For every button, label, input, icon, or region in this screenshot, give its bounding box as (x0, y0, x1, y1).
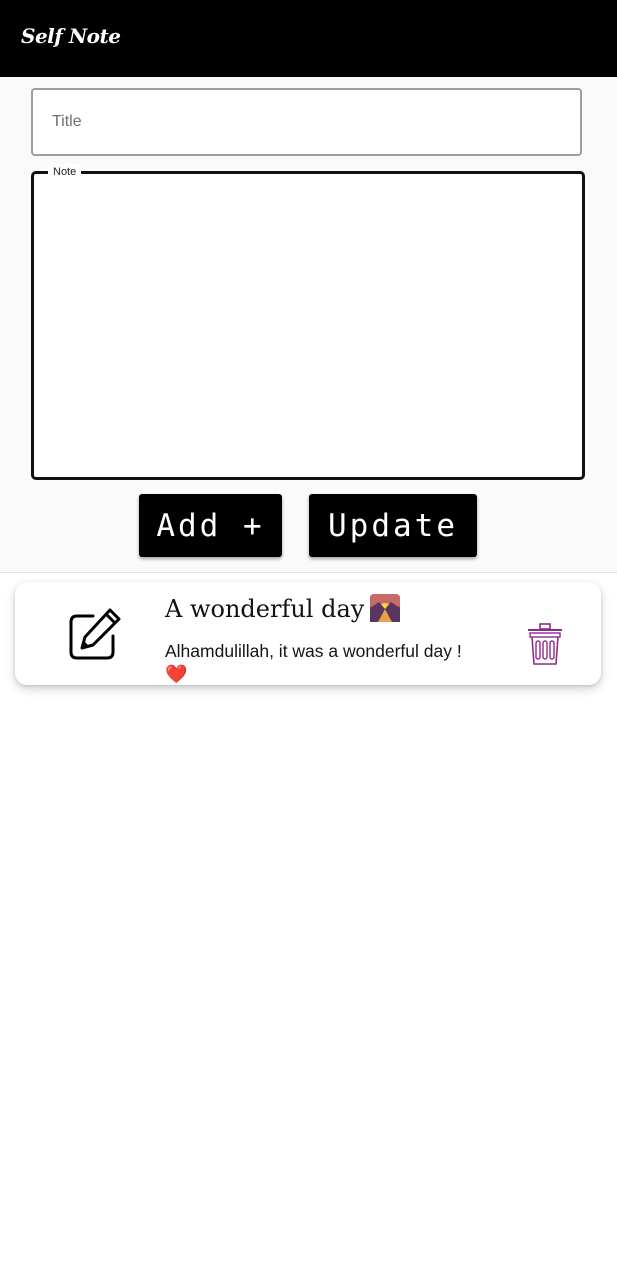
app-title: Self Note (21, 24, 121, 48)
note-textarea[interactable] (34, 174, 582, 477)
heart-emoji: ❤️ (165, 664, 188, 684)
title-field[interactable] (31, 88, 582, 156)
app-bar: Self Note (0, 0, 617, 77)
trash-icon[interactable] (525, 622, 565, 666)
note-title-text: A wonderful day (165, 595, 365, 623)
update-button[interactable]: Update (309, 494, 477, 557)
sunrise-over-mountains-icon (370, 594, 401, 622)
note-body: Alhamdulillah, it was a wonderful day ! … (165, 640, 485, 685)
title-input[interactable] (33, 90, 580, 154)
edit-pencil-icon[interactable] (67, 606, 123, 662)
note-field[interactable]: Note (31, 164, 585, 480)
note-title: A wonderful day (165, 594, 401, 623)
note-body-text: Alhamdulillah, it was a wonderful day ! (165, 641, 462, 661)
add-button[interactable]: Add + (139, 494, 282, 557)
note-card[interactable]: A wonderful day Alhamdulillah, it was a … (15, 582, 601, 685)
